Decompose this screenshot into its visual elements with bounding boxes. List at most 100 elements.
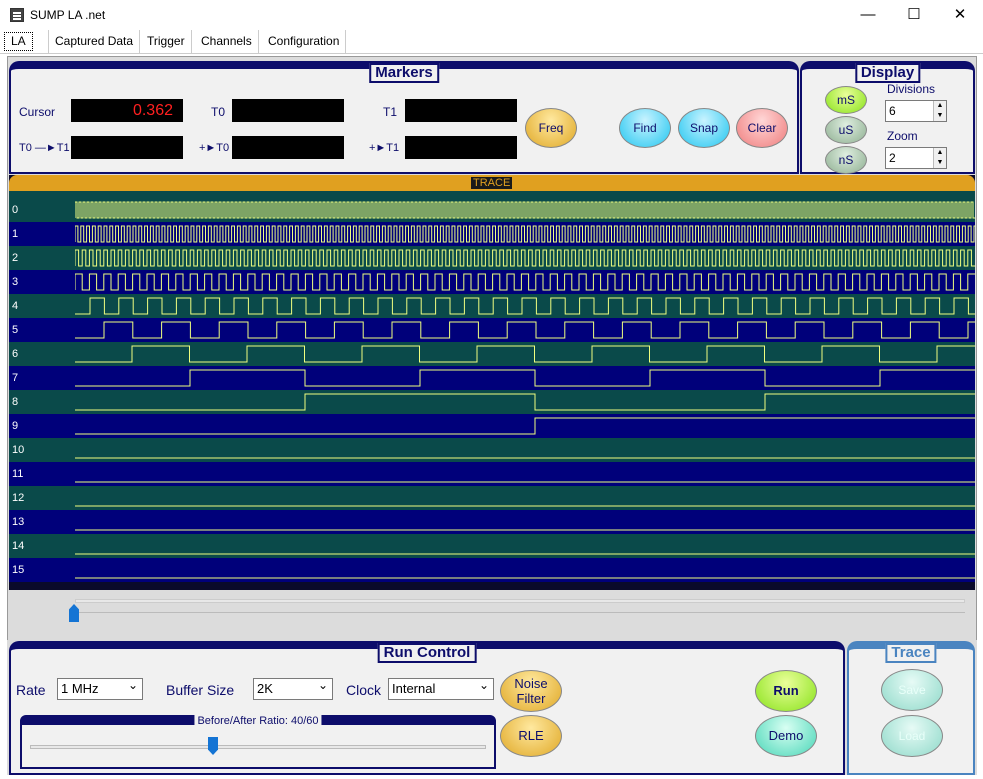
channel-number: 12 (12, 492, 25, 504)
cursor-t0-value (232, 136, 344, 159)
display-title: Display (854, 63, 921, 83)
channel-signal (75, 577, 975, 579)
scroll-thumb[interactable] (69, 604, 79, 622)
channel-signal (75, 505, 975, 507)
channel-signal (75, 553, 975, 555)
noise-filter-button[interactable]: Noise Filter (500, 670, 562, 712)
tab-strip: LA Captured Data Trigger Channels Config… (0, 30, 983, 54)
buffer-size-label: Buffer Size (166, 682, 235, 698)
scroll-track[interactable] (75, 599, 965, 603)
run-button[interactable]: Run (755, 670, 817, 712)
unit-ms-button[interactable]: mS (825, 86, 867, 114)
tab-trigger[interactable]: Trigger (141, 30, 192, 53)
run-control-group: Run Control Rate 1 MHz Buffer Size 2K Cl… (9, 641, 845, 775)
unit-us-button[interactable]: uS (825, 116, 867, 144)
channel-number: 13 (12, 516, 25, 528)
tab-configuration[interactable]: Configuration (262, 30, 347, 53)
clock-select[interactable]: Internal (388, 675, 494, 700)
trace-group: Trace Save Load (847, 641, 975, 775)
t0-t1-label: T0 —►T1 (19, 142, 70, 154)
tab-channels[interactable]: Channels (195, 30, 259, 53)
channel-row: 0 (9, 198, 975, 222)
channel-signal (75, 273, 975, 291)
trace-header-label: TRACE (471, 177, 513, 189)
rate-label: Rate (16, 682, 46, 698)
title-bar: SUMP LA .net — ☐ ✕ (0, 0, 983, 30)
freq-button[interactable]: Freq (525, 108, 577, 148)
save-button[interactable]: Save (881, 669, 943, 711)
display-group: Display mS uS nS Divisions 6 ▲ ▼ Zoom 2 ▲… (800, 61, 975, 174)
divisions-label: Divisions (887, 82, 936, 96)
channel-number: 5 (12, 324, 19, 336)
channel-number: 2 (12, 252, 19, 264)
unit-ns-button[interactable]: nS (825, 146, 867, 174)
channel-signal (75, 417, 975, 435)
zoom-value: 2 (889, 151, 896, 165)
ratio-track[interactable] (30, 745, 486, 749)
window-title: SUMP LA .net (30, 8, 106, 22)
load-button[interactable]: Load (881, 715, 943, 757)
t0-value (232, 99, 344, 122)
channel-row: 7 (9, 366, 975, 390)
channel-number: 8 (12, 396, 19, 408)
channel-signal (75, 369, 975, 387)
divisions-spinner[interactable]: 6 ▲ ▼ (885, 100, 947, 122)
channel-row: 11 (9, 462, 975, 486)
channel-number: 4 (12, 300, 19, 312)
ratio-slider-thumb[interactable] (208, 737, 218, 755)
zoom-spinner[interactable]: 2 ▲ ▼ (885, 147, 947, 169)
trace-scrollbar[interactable] (9, 592, 975, 638)
channel-row: 5 (9, 318, 975, 342)
maximize-icon[interactable]: ☐ (891, 0, 937, 30)
close-icon[interactable]: ✕ (937, 0, 983, 30)
channel-row: 9 (9, 414, 975, 438)
zoom-label: Zoom (887, 129, 918, 143)
channel-signal (75, 249, 975, 267)
channel-number: 10 (12, 444, 25, 456)
snap-button[interactable]: Snap (678, 108, 730, 148)
channel-signal (75, 393, 975, 411)
app-icon (10, 8, 24, 22)
minimize-icon[interactable]: — (845, 0, 891, 30)
before-after-ratio: Before/After Ratio: 40/60 (20, 715, 496, 769)
spinner-arrows-icon[interactable]: ▲ ▼ (933, 148, 946, 168)
channel-row: 8 (9, 390, 975, 414)
tab-captured-data[interactable]: Captured Data (48, 30, 141, 53)
channel-row: 1 (9, 222, 975, 246)
cursor-value: 0.362 (71, 99, 183, 122)
channel-row: 13 (9, 510, 975, 534)
rle-button[interactable]: RLE (500, 715, 562, 757)
clear-button[interactable]: Clear (736, 108, 788, 148)
channel-signal (75, 529, 975, 531)
cursor-t0-label: +►T0 (199, 142, 230, 154)
channel-signal (75, 457, 975, 459)
cursor-t1-value (405, 136, 517, 159)
run-control-title: Run Control (377, 643, 477, 663)
channel-number: 14 (12, 540, 25, 552)
channel-row: 14 (9, 534, 975, 558)
buffer-size-select[interactable]: 2K (253, 675, 333, 700)
spinner-arrows-icon[interactable]: ▲ ▼ (933, 101, 946, 121)
channel-signal (75, 481, 975, 483)
cursor-label: Cursor (19, 105, 56, 119)
rate-select[interactable]: 1 MHz (57, 675, 143, 700)
channel-row: 12 (9, 486, 975, 510)
t1-value (405, 99, 517, 122)
channel-signal (75, 225, 975, 243)
scroll-track-line (75, 612, 965, 613)
channel-row: 3 (9, 270, 975, 294)
trace-title: Trace (885, 643, 937, 663)
channel-number: 11 (12, 468, 24, 480)
t0-t1-value (71, 136, 183, 159)
tab-la[interactable]: LA (4, 32, 33, 51)
t1-label: T1 (383, 105, 398, 119)
find-button[interactable]: Find (619, 108, 671, 148)
channel-number: 6 (12, 348, 19, 360)
channel-number: 3 (12, 276, 19, 288)
cursor-t1-label: +►T1 (369, 142, 400, 154)
demo-button[interactable]: Demo (755, 715, 817, 757)
channel-number: 15 (12, 564, 25, 576)
channel-signal (75, 297, 975, 315)
channel-number: 0 (12, 204, 19, 216)
clock-label: Clock (346, 682, 382, 698)
